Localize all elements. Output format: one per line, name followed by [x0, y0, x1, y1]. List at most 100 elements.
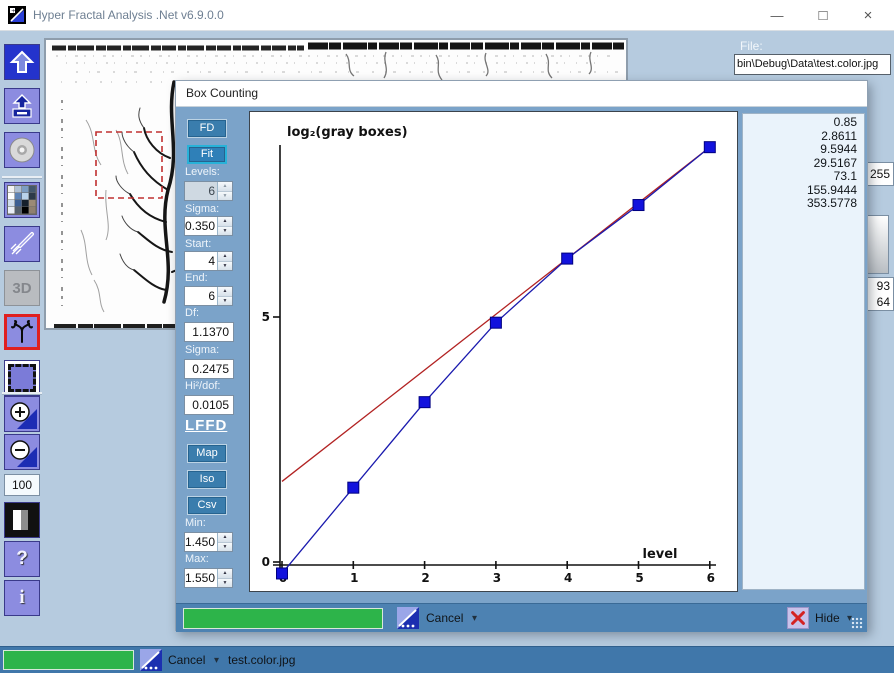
resize-grip[interactable] — [851, 617, 863, 629]
sigma-label: Sigma: — [185, 203, 219, 215]
max-value[interactable]: 1.550 — [185, 569, 217, 587]
gray-box-counts-list[interactable]: 0.852.86119.594429.516773.1155.9444353.5… — [742, 113, 865, 590]
navigate-up-button[interactable] — [4, 44, 40, 80]
svg-text:+: + — [11, 8, 16, 14]
levels-label: Levels: — [185, 166, 220, 178]
palette-button[interactable] — [4, 182, 40, 218]
start-value[interactable]: 4 — [185, 252, 217, 270]
data-point-marker[interactable] — [562, 253, 573, 264]
start-spinner[interactable]: 4 ▲▼ — [184, 251, 233, 271]
x-tick-label: 5 — [635, 571, 643, 585]
spinner-down-icon: ▼ — [218, 192, 232, 201]
contrast-icon — [8, 506, 36, 534]
dialog-title-bar[interactable]: Box Counting — [176, 81, 867, 107]
data-point-marker[interactable] — [704, 142, 715, 153]
color-palette-icon — [7, 185, 37, 215]
file-path-input[interactable]: bin\Debug\Data\test.color.jpg — [734, 54, 891, 75]
max-label: Max: — [185, 553, 209, 565]
file-label: File: — [740, 39, 763, 53]
cancel-dropdown-icon[interactable]: ▾ — [472, 613, 477, 624]
status-filename: test.color.jpg — [228, 653, 295, 667]
status-cancel-dropdown-icon[interactable]: ▾ — [214, 655, 219, 666]
selection-tool-button[interactable] — [4, 360, 40, 396]
status-cancel-button[interactable]: Cancel — [168, 653, 205, 667]
spinner-up-icon: ▲ — [218, 182, 232, 192]
map-button[interactable]: Map — [187, 444, 227, 463]
help-button[interactable]: ? — [4, 541, 40, 577]
list-value: 0.85 — [743, 116, 864, 130]
fractal-analysis-button-active[interactable] — [4, 314, 40, 350]
app-icon: + — [8, 6, 26, 24]
data-point-marker[interactable] — [633, 200, 644, 211]
fd-button[interactable]: FD — [187, 119, 227, 138]
close-icon[interactable]: × — [853, 7, 883, 24]
sigma-spinner[interactable]: 0.350 ▲▼ — [184, 216, 233, 236]
max-spinner[interactable]: 1.550 ▲▼ — [184, 568, 233, 588]
status-bar: Cancel ▾ test.color.jpg — [0, 646, 894, 673]
sigma-fit-field[interactable]: 0.2475 — [184, 359, 234, 379]
end-label: End: — [185, 272, 208, 284]
levels-spinner: 6 ▲▼ — [184, 181, 233, 201]
chi2dof-label: Hi²/dof: — [185, 380, 220, 392]
spinner-down-icon[interactable]: ▼ — [218, 262, 232, 271]
list-value: 353.5778 — [743, 197, 864, 211]
window-title: Hyper Fractal Analysis .Net v6.9.0.0 — [33, 8, 224, 22]
levels-value: 6 — [185, 182, 217, 200]
dialog-footer: Cancel ▾ Hide ▾ — [176, 603, 867, 632]
data-point-marker[interactable] — [490, 317, 501, 328]
list-value: 2.8611 — [743, 130, 864, 144]
fit-button[interactable]: Fit — [187, 145, 227, 164]
brush-icon — [8, 230, 36, 258]
export-image-button[interactable] — [4, 88, 40, 124]
fit-plot-icon — [140, 649, 162, 671]
threed-label: 3D — [12, 280, 31, 297]
disc-button[interactable] — [4, 132, 40, 168]
hide-button[interactable]: Hide — [815, 611, 840, 625]
maximize-icon[interactable]: □ — [808, 7, 838, 24]
df-label: Df: — [185, 307, 199, 319]
zoom-out-button[interactable] — [4, 434, 40, 470]
start-label: Start: — [185, 238, 211, 250]
data-point-marker[interactable] — [277, 568, 288, 579]
csv-button[interactable]: Csv — [187, 496, 227, 515]
contrast-button[interactable] — [4, 502, 40, 538]
spinner-up-icon[interactable]: ▲ — [218, 252, 232, 262]
spinner-down-icon[interactable]: ▼ — [218, 579, 232, 588]
toolbar-separator — [2, 392, 42, 395]
data-point-marker[interactable] — [419, 397, 430, 408]
spinner-up-icon[interactable]: ▲ — [218, 217, 232, 227]
brush-button[interactable] — [4, 226, 40, 262]
spinner-down-icon[interactable]: ▼ — [218, 297, 232, 306]
iso-button[interactable]: Iso — [187, 470, 227, 489]
spinner-up-icon[interactable]: ▲ — [218, 569, 232, 579]
min-spinner[interactable]: 1.450 ▲▼ — [184, 532, 233, 552]
x-tick-label: 4 — [564, 571, 572, 585]
spinner-up-icon[interactable]: ▲ — [218, 533, 232, 543]
zoom-in-button[interactable] — [4, 396, 40, 432]
list-value: 9.5944 — [743, 143, 864, 157]
spinner-down-icon[interactable]: ▼ — [218, 227, 232, 236]
y-tick-label: 5 — [262, 310, 270, 324]
dialog-title: Box Counting — [186, 86, 258, 100]
zoom-level-input[interactable] — [4, 474, 40, 496]
list-value: 73.1 — [743, 170, 864, 184]
chi2dof-field[interactable]: 0.0105 — [184, 395, 234, 415]
data-point-marker[interactable] — [348, 482, 359, 493]
dialog-cancel-button[interactable]: Cancel — [426, 611, 463, 625]
spinner-up-icon[interactable]: ▲ — [218, 287, 232, 297]
fractal-tree-icon — [9, 319, 35, 345]
info-button[interactable]: i — [4, 580, 40, 616]
fit-line — [282, 144, 713, 481]
minimize-icon[interactable]: — — [762, 7, 792, 24]
end-spinner[interactable]: 6 ▲▼ — [184, 286, 233, 306]
min-value[interactable]: 1.450 — [185, 533, 217, 551]
status-progress-bar — [3, 650, 134, 670]
df-field[interactable]: 1.1370 — [184, 322, 234, 342]
toolbar-separator — [2, 176, 42, 179]
box-counting-dialog: Box Counting FD Fit Levels: 6 ▲▼ Sigma: … — [175, 80, 868, 631]
zoom-in-icon — [7, 399, 37, 429]
spinner-down-icon[interactable]: ▼ — [218, 543, 232, 552]
sigma-value[interactable]: 0.350 — [185, 217, 217, 235]
x-tick-label: 1 — [350, 571, 358, 585]
end-value[interactable]: 6 — [185, 287, 217, 305]
